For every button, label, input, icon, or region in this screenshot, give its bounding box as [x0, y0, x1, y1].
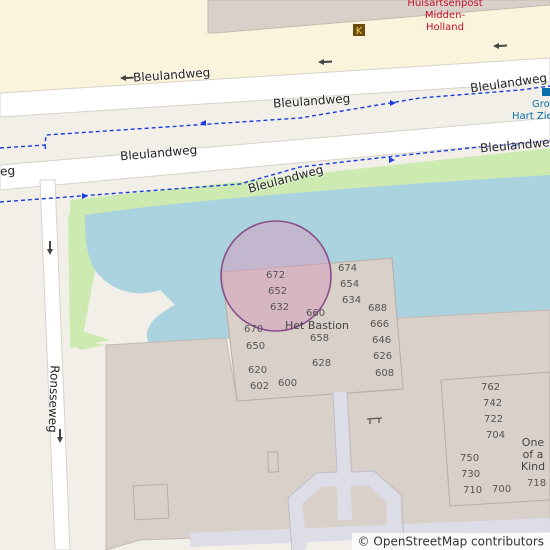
building-label-het-bastion: Het Bastion [285, 319, 349, 332]
house-number: 654 [340, 279, 360, 290]
house-number: 762 [481, 382, 501, 393]
bus-stop-label-line: Gro [532, 99, 550, 110]
house-number: 620 [248, 365, 268, 376]
poi-label-line: Midden- [424, 10, 466, 21]
house-number: 730 [461, 469, 481, 480]
street-label-ronsseweg: Ronsseweg [45, 365, 62, 433]
house-number: 650 [246, 341, 266, 352]
house-number: 634 [342, 295, 362, 306]
house-number: 704 [486, 430, 506, 441]
house-number: 626 [373, 351, 393, 362]
house-number: 600 [278, 378, 298, 389]
house-number: 718 [527, 478, 547, 489]
house-number: 670 [244, 324, 264, 335]
house-number: 750 [460, 453, 480, 464]
svg-text:K: K [356, 26, 363, 37]
attribution-link[interactable]: OpenStreetMap contributors [373, 534, 544, 548]
bus-stop-label[interactable]: Gro Hart Zie [512, 99, 550, 123]
poi-label-line: Huisartsenpost [407, 0, 483, 9]
bus-stop-label-line: Hart Zie [512, 111, 550, 122]
house-number: 646 [372, 335, 392, 346]
house-number: 602 [250, 381, 270, 392]
house-number: 628 [312, 358, 332, 369]
house-number: 666 [370, 319, 390, 330]
house-number: 688 [368, 303, 388, 314]
house-number: 672 [266, 270, 286, 281]
poi-label-line: Holland [425, 22, 464, 33]
bus-stop-icon[interactable] [542, 88, 550, 96]
hospital-icon[interactable]: K [353, 24, 365, 37]
house-number: 632 [270, 302, 290, 313]
house-number: 674 [338, 263, 358, 274]
copyright-symbol: © [357, 534, 370, 548]
building-label-one-of-a-kind: One of a Kind [515, 437, 550, 473]
house-number: 608 [375, 368, 395, 379]
house-number: 652 [268, 286, 288, 297]
house-number: 700 [492, 484, 512, 495]
poi-label-huisartsenpost[interactable]: Huisartsenpost Midden- Holland [400, 0, 490, 34]
house-number: 710 [463, 485, 483, 496]
map-view[interactable]: K Bleulandweg Bleulandweg Bleulandweg Bl… [0, 0, 550, 550]
house-number: 660 [306, 308, 326, 319]
attribution[interactable]: © OpenStreetMap contributors [351, 532, 550, 550]
street-label-bleulandweg: eg [0, 163, 16, 179]
building-label-line: Kind [520, 460, 546, 473]
house-number: 742 [483, 398, 503, 409]
house-number: 658 [310, 333, 330, 344]
house-number: 722 [484, 414, 504, 425]
